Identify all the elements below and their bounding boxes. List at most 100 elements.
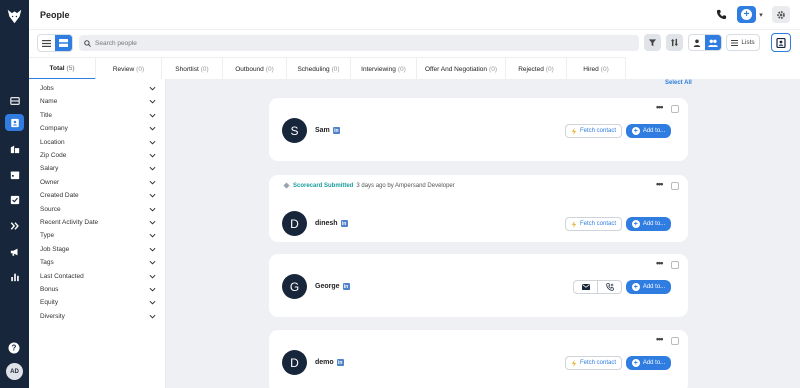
- fetch-contact-label: Fetch contact: [579, 221, 617, 227]
- chevron-down-icon: [149, 113, 156, 118]
- nav-item-megaphone[interactable]: [5, 243, 24, 260]
- more-options-icon[interactable]: •••: [656, 102, 664, 112]
- more-options-icon[interactable]: •••: [656, 258, 664, 268]
- person-card[interactable]: ••• S Sam in Fetch contact + Add to...: [269, 98, 688, 161]
- my-people-button[interactable]: [689, 35, 705, 50]
- more-options-icon[interactable]: •••: [656, 179, 664, 189]
- wolf-logo-icon[interactable]: [6, 8, 23, 25]
- filter-salary[interactable]: Salary: [40, 162, 156, 175]
- filter-zip-code[interactable]: Zip Code: [40, 149, 156, 162]
- filter-label: Job Stage: [40, 245, 70, 253]
- filter-jobs[interactable]: Jobs: [40, 82, 156, 95]
- filter-last-contacted[interactable]: Last Contacted: [40, 270, 156, 283]
- create-button[interactable]: +: [737, 6, 756, 23]
- tab-count: (0): [489, 65, 497, 73]
- select-all-link[interactable]: Select All: [665, 80, 692, 86]
- select-checkbox[interactable]: [671, 105, 679, 113]
- filter-diversity[interactable]: Diversity: [40, 310, 156, 323]
- person-name[interactable]: George: [315, 283, 340, 290]
- tab-total[interactable]: Total (5): [29, 58, 96, 80]
- person-name[interactable]: Sam: [315, 127, 330, 134]
- card-view-button[interactable]: [55, 35, 72, 51]
- filter-equity[interactable]: Equity: [40, 296, 156, 309]
- tab-rejected[interactable]: Rejected (0): [506, 58, 567, 80]
- tab-offer-and-negotiation[interactable]: Offer And Negotiation (0): [417, 58, 506, 80]
- fetch-contact-button[interactable]: Fetch contact: [565, 124, 622, 138]
- filter-location[interactable]: Location: [40, 136, 156, 149]
- filter-label: Jobs: [40, 85, 54, 92]
- cards-icon: [59, 39, 68, 47]
- person-card[interactable]: ••• G George in + Add to...: [269, 254, 688, 317]
- filter-job-stage[interactable]: Job Stage: [40, 243, 156, 256]
- nav-item-calendar[interactable]: [5, 166, 24, 183]
- add-to-button[interactable]: + Add to...: [626, 217, 671, 231]
- select-checkbox[interactable]: [671, 261, 679, 269]
- filter-company[interactable]: Company: [40, 122, 156, 135]
- nav-item-building[interactable]: [5, 140, 24, 157]
- filter-created-date[interactable]: Created Date: [40, 189, 156, 202]
- filter-owner[interactable]: Owner: [40, 176, 156, 189]
- person-name[interactable]: dinesh: [315, 220, 338, 227]
- profile-panel-button[interactable]: [771, 33, 791, 52]
- person-card[interactable]: ••• Ddemo in Fetch contact + Add to...: [269, 330, 688, 388]
- calendar-icon: [10, 171, 19, 179]
- person-name[interactable]: demo: [315, 359, 334, 366]
- phone-icon[interactable]: [716, 9, 727, 20]
- linkedin-icon[interactable]: in: [332, 127, 340, 134]
- tab-scheduling[interactable]: Scheduling (0): [287, 58, 351, 80]
- search-input[interactable]: [95, 39, 595, 47]
- call-button[interactable]: [598, 281, 621, 293]
- add-to-button[interactable]: + Add to...: [626, 280, 671, 294]
- filter-type[interactable]: Type: [40, 229, 156, 242]
- user-avatar[interactable]: AD: [6, 363, 23, 380]
- person-card[interactable]: ••• Scorecard Submitted 3 days ago by Ampe…: [269, 175, 688, 242]
- filter-recent-activity-date[interactable]: Recent Activity Date: [40, 216, 156, 229]
- tab-shortlist[interactable]: Shortlist (0): [162, 58, 223, 80]
- tab-review[interactable]: Review (0): [96, 58, 162, 80]
- tab-outbound[interactable]: Outbound (0): [223, 58, 287, 80]
- linkedin-icon[interactable]: in: [340, 220, 348, 227]
- search-bar: [79, 35, 639, 51]
- fetch-contact-button[interactable]: Fetch contact: [565, 217, 622, 231]
- sort-button[interactable]: [666, 34, 683, 51]
- more-options-icon[interactable]: •••: [656, 334, 664, 344]
- toolbar: Lists: [29, 29, 800, 57]
- nav-item-bar-chart[interactable]: [5, 268, 24, 285]
- avatar: S: [282, 118, 307, 143]
- filter-label: Location: [40, 138, 65, 146]
- select-checkbox[interactable]: [671, 337, 679, 345]
- all-people-button[interactable]: [705, 35, 721, 50]
- lists-button[interactable]: Lists: [726, 34, 760, 51]
- add-to-button[interactable]: + Add to...: [626, 356, 671, 370]
- fetch-contact-button[interactable]: Fetch contact: [565, 356, 622, 370]
- nav-item-sequence[interactable]: [5, 217, 24, 234]
- filter-title[interactable]: Title: [40, 109, 156, 122]
- person-name-row: demo in: [315, 359, 344, 366]
- nav-item-checkbox[interactable]: [5, 191, 24, 208]
- select-checkbox[interactable]: [671, 182, 679, 190]
- nav-item-contacts[interactable]: [5, 114, 24, 131]
- filter-label: Type: [40, 232, 55, 240]
- help-icon[interactable]: ?: [8, 342, 20, 354]
- nav-item-inbox[interactable]: [5, 92, 24, 109]
- email-button[interactable]: [574, 281, 598, 293]
- linkedin-icon[interactable]: in: [336, 359, 344, 366]
- settings-button[interactable]: [772, 6, 790, 23]
- add-to-button[interactable]: + Add to...: [626, 124, 671, 138]
- tab-interviewing[interactable]: Interviewing (0): [351, 58, 417, 80]
- linkedin-icon[interactable]: in: [342, 283, 350, 290]
- tab-hired[interactable]: Hired (0): [567, 58, 626, 80]
- activity-line: Scorecard Submitted 3 days ago by Ampersa…: [283, 182, 455, 189]
- fetch-contact-label: Fetch contact: [579, 128, 617, 134]
- filter-label: Last Contacted: [40, 272, 84, 280]
- list-view-button[interactable]: [38, 35, 55, 51]
- filter-name[interactable]: Name: [40, 95, 156, 108]
- filter-button[interactable]: [644, 34, 661, 51]
- chevron-down-icon: [149, 180, 156, 185]
- chevron-down-icon[interactable]: ▾: [756, 6, 766, 23]
- filter-tags[interactable]: Tags: [40, 256, 156, 269]
- activity-detail: 3 days ago by Ampersand Developer: [356, 182, 455, 189]
- filter-bonus[interactable]: Bonus: [40, 283, 156, 296]
- filter-source[interactable]: Source: [40, 203, 156, 216]
- nav-rail: ? AD: [0, 0, 29, 388]
